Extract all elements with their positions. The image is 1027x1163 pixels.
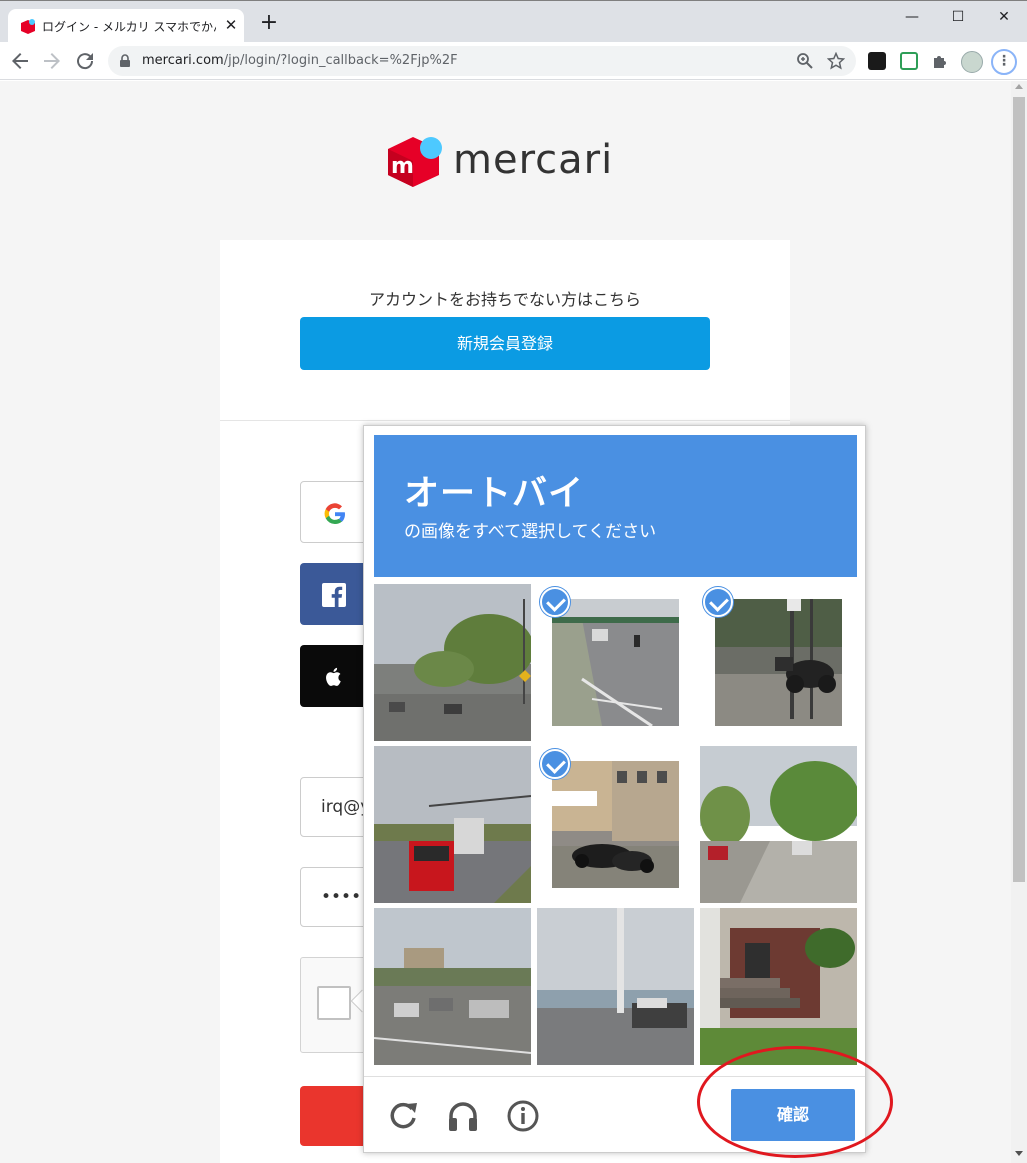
svg-text:m: m (391, 154, 414, 179)
tile-image-parked-motorcycle (715, 599, 842, 726)
tile-image-intersection-cars (374, 908, 531, 1065)
apple-icon (326, 667, 341, 686)
captcha-tile-1[interactable] (374, 584, 531, 741)
captcha-tile-7[interactable] (374, 908, 531, 1065)
browser-tab[interactable]: ログイン - メルカリ スマホでかんたん フ ✕ (8, 9, 244, 43)
reload-challenge-icon[interactable] (386, 1099, 420, 1133)
tile-image-residential-road (700, 746, 857, 903)
tile-selected-check-icon (540, 749, 570, 779)
signup-button[interactable]: 新規会員登録 (300, 317, 710, 370)
audio-challenge-headphones-icon[interactable] (446, 1099, 480, 1133)
scrollbar-thumb[interactable] (1013, 97, 1025, 882)
browser-menu-icon[interactable]: ⋮ (991, 49, 1017, 75)
captcha-tile-6[interactable] (700, 746, 857, 903)
new-tab-button[interactable]: + (258, 12, 280, 35)
captcha-tile-4[interactable] (374, 746, 531, 903)
info-icon[interactable] (506, 1099, 540, 1133)
captcha-tile-3[interactable] (700, 584, 857, 741)
page-scrollbar[interactable] (1011, 81, 1027, 1163)
scroll-down-arrow-icon[interactable] (1015, 1151, 1023, 1156)
captcha-challenge: オートバイ の画像をすべて選択してください 確認 (363, 425, 866, 1153)
extension-off-icon[interactable] (868, 52, 886, 70)
bookmark-star-icon[interactable] (827, 52, 845, 70)
window-minimize-button[interactable]: — (889, 5, 935, 29)
scroll-up-arrow-icon[interactable] (1015, 84, 1023, 89)
mercari-logo-text: mercari (453, 137, 614, 183)
captcha-tile-9[interactable] (700, 908, 857, 1065)
tile-image-seaside-road (537, 908, 694, 1065)
tile-image-road-motorcycle (552, 599, 679, 726)
captcha-header: オートバイ の画像をすべて選択してください (374, 435, 857, 577)
tile-image-house-steps (700, 908, 857, 1065)
annotation-circle (697, 1046, 893, 1158)
tab-title: ログイン - メルカリ スマホでかんたん フ (42, 20, 216, 34)
profile-avatar[interactable] (961, 51, 983, 73)
tile-selected-check-icon (540, 587, 570, 617)
mercari-logo-icon: m (388, 137, 442, 187)
tab-close-icon[interactable]: ✕ (222, 16, 240, 34)
lock-icon (120, 54, 130, 67)
facebook-icon (322, 583, 346, 607)
signup-prompt: アカウントをお持ちでない方はこちら (368, 290, 641, 309)
url-text: mercari.com/jp/login/?login_callback=%2F… (142, 53, 458, 68)
tile-image-highway-truck (374, 746, 531, 903)
tile-image-street (374, 584, 531, 741)
reload-icon[interactable] (73, 49, 97, 73)
captcha-tile-5[interactable] (537, 746, 694, 903)
recaptcha-checkbox[interactable] (317, 986, 351, 1020)
forward-arrow-icon[interactable] (40, 49, 64, 73)
tile-image-motorcycles-street (552, 761, 679, 888)
mercari-favicon-icon (21, 19, 35, 34)
window-maximize-button[interactable]: ☐ (935, 5, 981, 29)
browser-tab-strip: ログイン - メルカリ スマホでかんたん フ ✕ + — ☐ ✕ (0, 0, 1027, 43)
captcha-tile-8[interactable] (537, 908, 694, 1065)
mercari-logo: m mercari (385, 133, 625, 193)
extension-pocket-icon[interactable] (900, 52, 918, 70)
window-close-button[interactable]: ✕ (981, 5, 1027, 29)
divider (220, 420, 790, 421)
back-arrow-icon[interactable] (8, 49, 32, 73)
url-host: mercari.com (142, 53, 224, 68)
tile-selected-check-icon (703, 587, 733, 617)
extensions-puzzle-icon[interactable] (931, 52, 949, 70)
captcha-tile-2[interactable] (537, 584, 694, 741)
google-icon (324, 503, 345, 525)
browser-toolbar: mercari.com/jp/login/?login_callback=%2F… (0, 42, 1027, 80)
url-path: /jp/login/?login_callback=%2Fjp%2F (223, 53, 458, 68)
captcha-target-label: オートバイ (404, 474, 585, 514)
zoom-icon[interactable] (796, 52, 814, 70)
address-bar[interactable]: mercari.com/jp/login/?login_callback=%2F… (108, 46, 856, 76)
captcha-instruction: の画像をすべて選択してください (404, 522, 657, 542)
